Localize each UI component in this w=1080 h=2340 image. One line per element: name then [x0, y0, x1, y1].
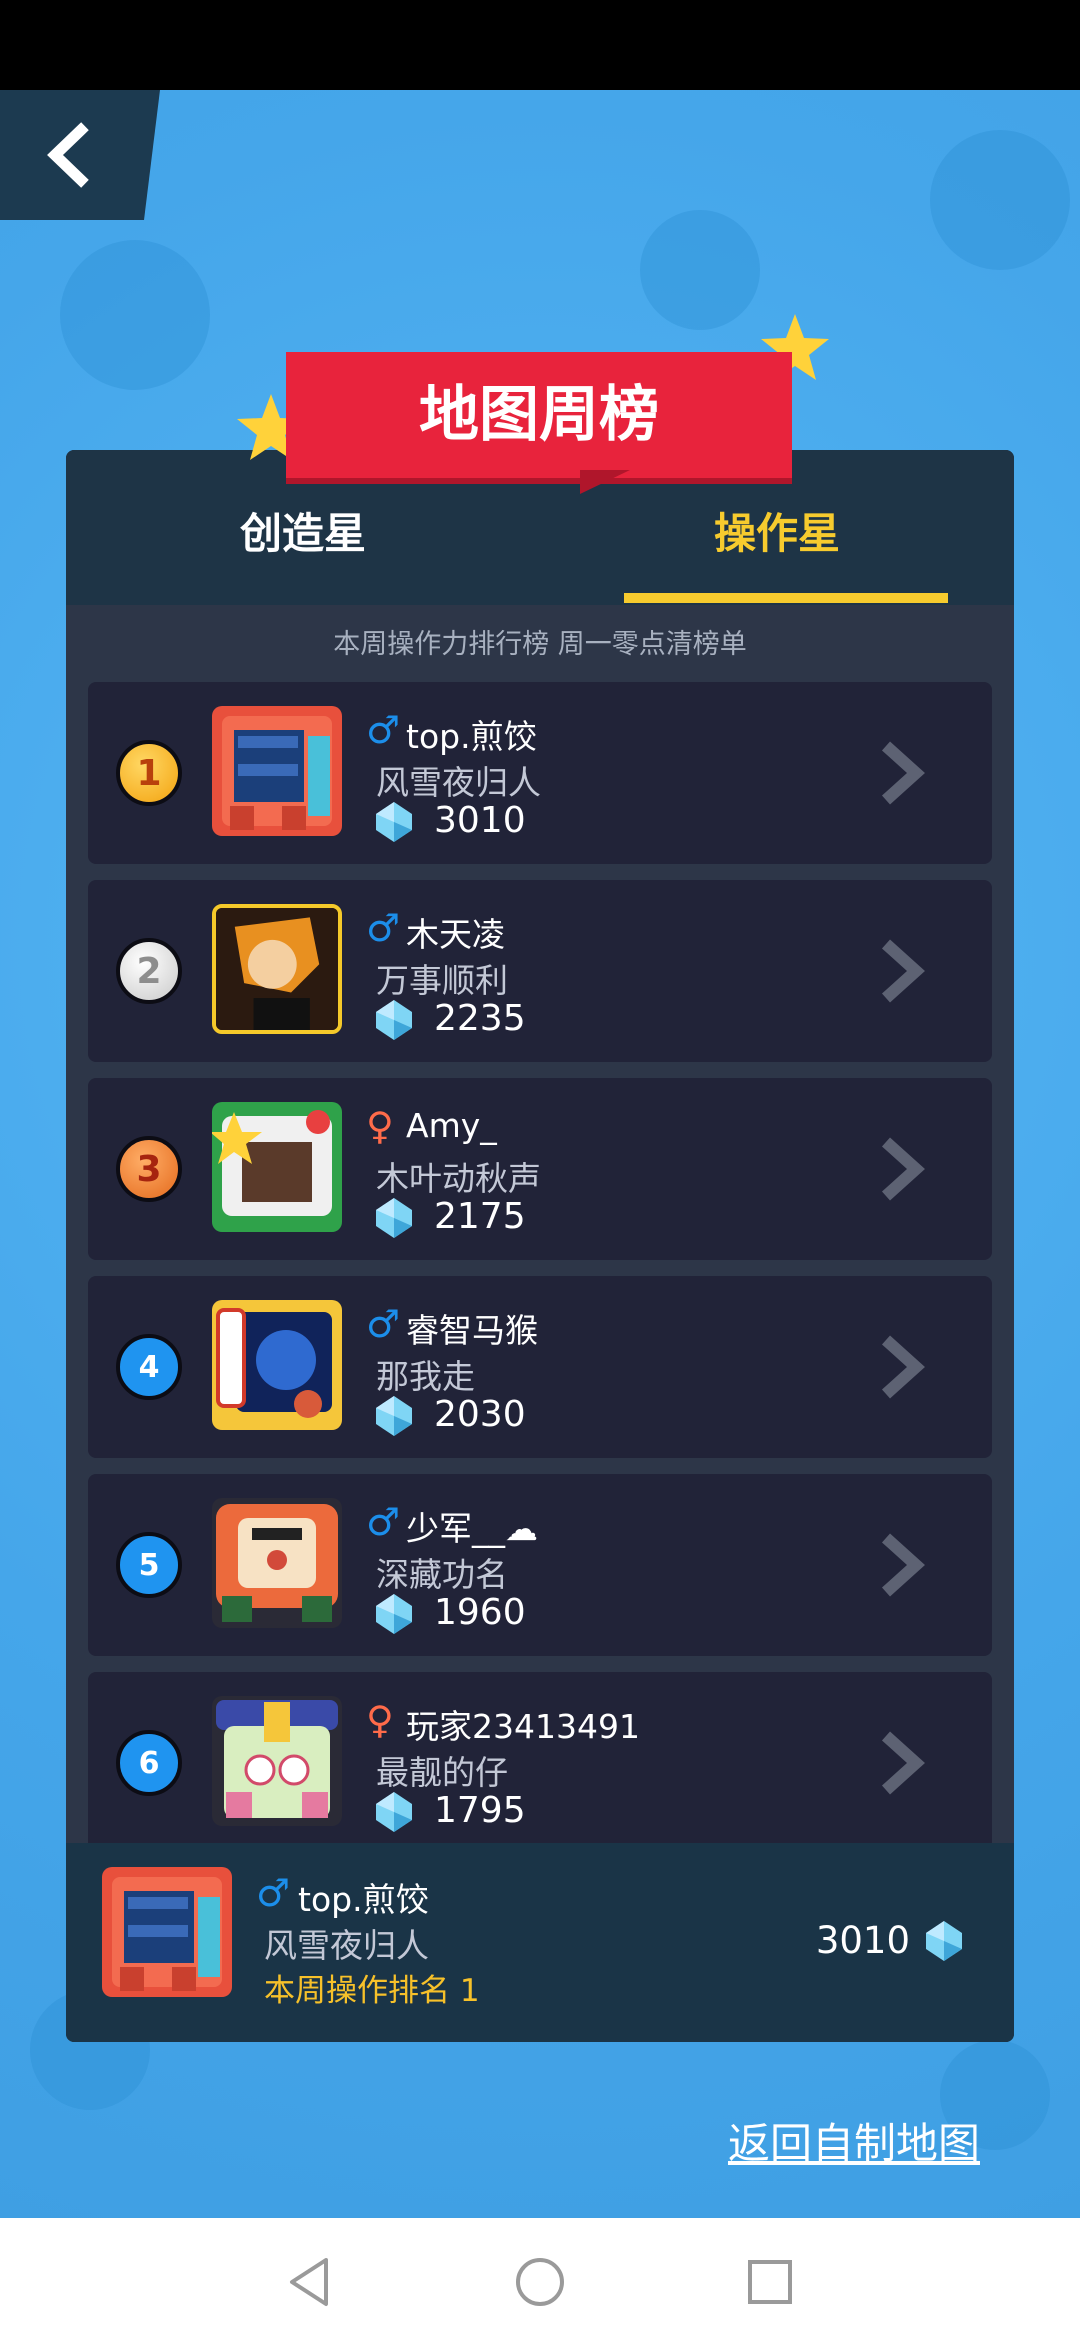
avatar	[212, 1498, 342, 1628]
ranking-row[interactable]: 2 ♂ 木天凌 万事顺利 2235	[88, 880, 992, 1062]
return-to-custom-maps-link[interactable]: 返回自制地图	[728, 2110, 980, 2171]
player-name: 玩家23413491	[406, 1707, 640, 1746]
player-score: 2175	[434, 1196, 526, 1237]
male-icon: ♂	[256, 1871, 291, 1915]
female-icon: ♀	[366, 1104, 394, 1148]
ranking-row[interactable]: 3 ♀ Amy_ 木叶动秋声 2175	[88, 1078, 992, 1260]
player-motto: 木叶动秋声	[376, 1159, 541, 1198]
chevron-left-icon	[47, 122, 89, 188]
avatar	[212, 1300, 342, 1430]
male-icon: ♂	[366, 906, 401, 950]
player-name: 少军__☁	[406, 1509, 538, 1548]
rank-badge: 4	[116, 1334, 182, 1400]
player-score: 3010	[434, 800, 526, 841]
ranking-row[interactable]: 6 ♀ 玩家23413491 最靓的仔 1795	[88, 1672, 992, 1854]
page-title: 地图周榜	[419, 380, 659, 450]
chevron-right-icon	[881, 1137, 925, 1201]
player-motto: 深藏功名	[376, 1555, 508, 1594]
rank-badge: 6	[116, 1730, 182, 1796]
status-bar	[0, 0, 1080, 90]
rank-medal-silver: 2	[116, 938, 182, 1004]
chevron-right-icon	[881, 741, 925, 805]
player-score: 2235	[434, 998, 526, 1039]
player-name: 木天凌	[406, 915, 505, 954]
diamond-icon	[376, 802, 412, 842]
system-nav-bar	[0, 2218, 1080, 2340]
avatar	[212, 1102, 342, 1232]
player-score: 1795	[434, 1790, 526, 1831]
diamond-icon	[376, 1594, 412, 1634]
avatar	[212, 1696, 342, 1826]
player-name: 睿智马猴	[406, 1311, 538, 1350]
chevron-right-icon	[881, 1731, 925, 1795]
rank-medal-bronze: 3	[116, 1136, 182, 1202]
player-motto: 那我走	[376, 1357, 475, 1396]
tab-creation-star[interactable]: 创造星	[66, 500, 540, 570]
ranking-row[interactable]: 1 ♂ top.煎饺 风雪夜归人 3010	[88, 682, 992, 864]
player-motto: 万事顺利	[376, 961, 508, 1000]
my-motto: 风雪夜归人	[264, 1926, 429, 1965]
my-avatar	[102, 1867, 232, 1997]
rank-badge: 5	[116, 1532, 182, 1598]
player-score: 2030	[434, 1394, 526, 1435]
ranking-row[interactable]: 5 ♂ 少军__☁ 深藏功名 1960	[88, 1474, 992, 1656]
my-score: 3010	[815, 1919, 910, 1962]
player-motto: 风雪夜归人	[376, 763, 541, 802]
my-ranking-bar: ♂ top.煎饺 风雪夜归人 本周操作排名 1 3010	[66, 1843, 1014, 2042]
ranking-row[interactable]: 4 ♂ 睿智马猴 那我走 2030	[88, 1276, 992, 1458]
my-name: top.煎饺	[298, 1880, 429, 1919]
male-icon: ♂	[366, 1500, 401, 1544]
leaderboard-panel: 创造星 操作星 本周操作力排行榜 周一零点清榜单 1 ♂ top.煎饺 风雪夜归…	[66, 450, 1014, 2042]
diamond-icon	[376, 1198, 412, 1238]
tab-operation-star[interactable]: 操作星	[540, 500, 1014, 570]
player-name: top.煎饺	[406, 717, 537, 756]
back-button[interactable]	[0, 90, 160, 220]
chevron-right-icon	[881, 1533, 925, 1597]
male-icon: ♂	[366, 708, 401, 752]
avatar	[212, 706, 342, 836]
rank-medal-gold: 1	[116, 740, 182, 806]
nav-recents-icon[interactable]	[742, 2254, 798, 2310]
chevron-right-icon	[881, 1335, 925, 1399]
active-tab-indicator	[624, 593, 948, 603]
player-score: 1960	[434, 1592, 526, 1633]
male-icon: ♂	[366, 1302, 401, 1346]
diamond-icon	[376, 1000, 412, 1040]
player-motto: 最靓的仔	[376, 1753, 508, 1792]
female-icon: ♀	[366, 1698, 394, 1742]
chevron-right-icon	[881, 939, 925, 1003]
avatar	[212, 904, 342, 1034]
diamond-icon	[376, 1792, 412, 1832]
nav-back-icon[interactable]	[282, 2254, 338, 2310]
title-banner-tail	[580, 470, 630, 494]
diamond-icon	[376, 1396, 412, 1436]
my-rank-text: 本周操作排名 1	[264, 1973, 480, 2009]
leaderboard-subtitle: 本周操作力排行榜 周一零点清榜单	[333, 629, 747, 660]
player-name: Amy_	[406, 1106, 497, 1145]
nav-home-icon[interactable]	[512, 2254, 568, 2310]
diamond-icon	[926, 1921, 962, 1961]
